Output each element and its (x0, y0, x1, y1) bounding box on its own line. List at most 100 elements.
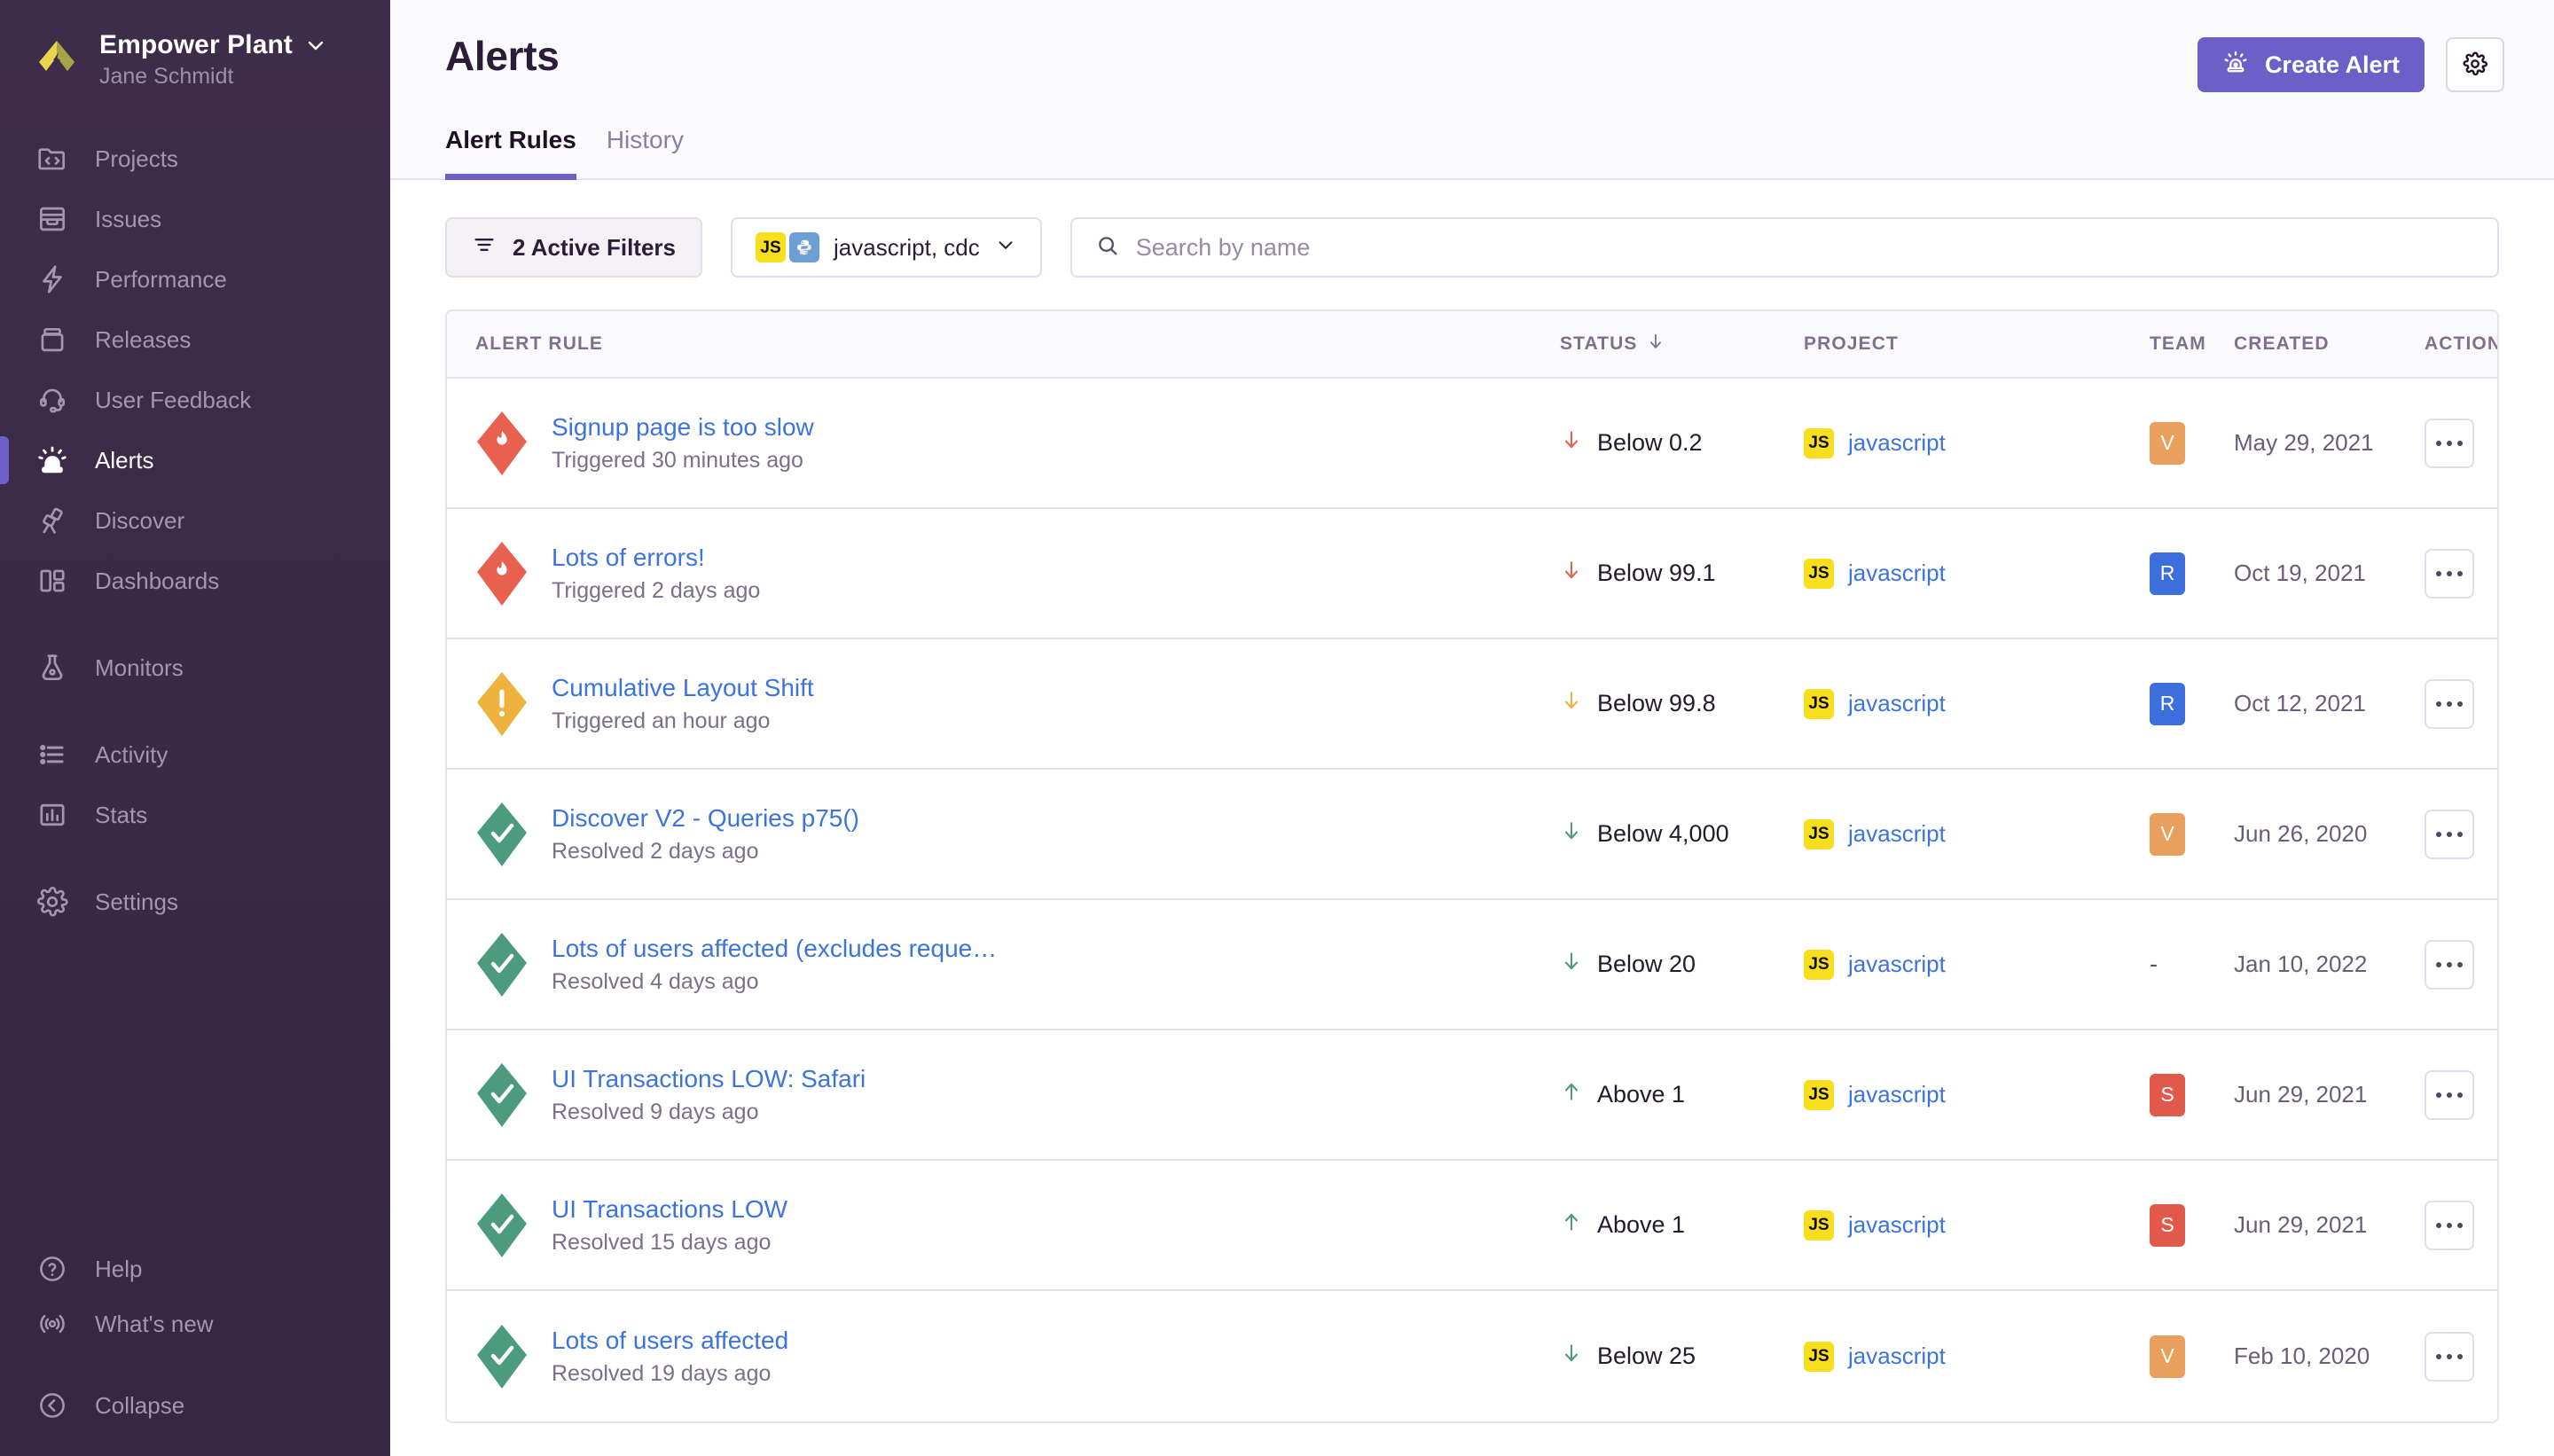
team-avatar[interactable]: V (2150, 422, 2185, 465)
ellipsis-icon (2457, 962, 2463, 967)
alert-settings-button[interactable] (2446, 37, 2504, 92)
tab-alert-rules[interactable]: Alert Rules (445, 126, 576, 180)
gear-icon (2462, 51, 2488, 80)
javascript-platform-icon: JS (756, 232, 786, 262)
column-header-actions: Actions (2425, 333, 2499, 355)
row-actions-button[interactable] (2425, 549, 2474, 599)
javascript-platform-icon: JS (1804, 559, 1834, 589)
row-actions-button[interactable] (2425, 679, 2474, 729)
sidebar-item-activity[interactable]: Activity (0, 724, 390, 785)
project-link[interactable]: javascript (1848, 1081, 1946, 1108)
active-filters-button[interactable]: 2 Active Filters (445, 217, 702, 278)
team-avatar[interactable]: S (2150, 1074, 2185, 1116)
project-link[interactable]: javascript (1848, 1342, 1946, 1370)
alert-rule-name-link[interactable]: UI Transactions LOW: Safari (552, 1065, 866, 1093)
table-row[interactable]: Lots of users affectedResolved 19 days a… (447, 1291, 2497, 1421)
ellipsis-icon (2447, 1223, 2452, 1228)
team-avatar[interactable]: S (2150, 1204, 2185, 1247)
sidebar-item-discover[interactable]: Discover (0, 490, 390, 551)
sidebar-item-monitors[interactable]: Monitors (0, 638, 390, 698)
table-row[interactable]: Signup page is too slowTriggered 30 minu… (447, 379, 2497, 509)
whats-new-broadcast-icon (34, 1305, 71, 1342)
table-row[interactable]: UI Transactions LOWResolved 15 days agoA… (447, 1161, 2497, 1291)
project-link[interactable]: javascript (1848, 429, 1946, 457)
search-input[interactable] (1136, 234, 2474, 262)
alert-rule-name-link[interactable]: Signup page is too slow (552, 413, 814, 442)
javascript-platform-icon: JS (1804, 1080, 1834, 1110)
row-actions-button[interactable] (2425, 1070, 2474, 1120)
project-selector-label: javascript, cdc (834, 234, 980, 262)
column-header-status[interactable]: Status (1560, 332, 1804, 356)
sidebar-item-stats[interactable]: Stats (0, 785, 390, 845)
sidebar-item-performance[interactable]: Performance (0, 249, 390, 309)
sidebar-item-whats-new[interactable]: What's new (0, 1296, 390, 1351)
projects-folder-code-icon (34, 140, 71, 177)
column-header-team: Team (2150, 333, 2234, 355)
search-icon (1095, 233, 1120, 262)
sidebar-item-releases[interactable]: Releases (0, 309, 390, 370)
table-row[interactable]: Discover V2 - Queries p75()Resolved 2 da… (447, 770, 2497, 900)
created-date: Oct 12, 2021 (2234, 690, 2425, 717)
project-link[interactable]: javascript (1848, 690, 1946, 717)
performance-lightning-icon (34, 261, 71, 298)
ellipsis-icon (2447, 962, 2452, 967)
row-actions-button[interactable] (2425, 1201, 2474, 1250)
ellipsis-icon (2436, 1223, 2441, 1228)
alerts-siren-icon (34, 442, 71, 479)
sidebar-item-dashboards[interactable]: Dashboards (0, 551, 390, 611)
row-actions-button[interactable] (2425, 419, 2474, 468)
collapse-chevron-left-circle-icon (34, 1387, 71, 1424)
table-row[interactable]: Lots of users affected (excludes reque…R… (447, 900, 2497, 1030)
status-cell: Below 4,000 (1560, 818, 1804, 850)
team-avatar[interactable]: R (2150, 683, 2185, 725)
alert-rule-name-link[interactable]: Lots of users affected (552, 1327, 788, 1355)
ellipsis-icon (2457, 1092, 2463, 1098)
sidebar-item-alerts[interactable]: Alerts (0, 430, 390, 490)
sentry-logo-icon (32, 35, 82, 85)
project-link[interactable]: javascript (1848, 820, 1946, 848)
discover-telescope-icon (34, 502, 71, 539)
alert-rule-name-link[interactable]: Lots of users affected (excludes reque… (552, 935, 997, 963)
table-row[interactable]: UI Transactions LOW: SafariResolved 9 da… (447, 1030, 2497, 1161)
alert-rule-name-link[interactable]: Cumulative Layout Shift (552, 674, 814, 702)
sidebar-nav: Projects Issues (0, 129, 390, 932)
arrow-down-icon (1646, 332, 1665, 356)
nav-divider-1 (0, 611, 390, 638)
create-alert-button[interactable]: Create Alert (2198, 37, 2425, 92)
team-avatar[interactable]: V (2150, 1335, 2185, 1378)
team-avatar[interactable]: V (2150, 813, 2185, 856)
project-link[interactable]: javascript (1848, 1211, 1946, 1239)
page-tabs: Alert Rules History (445, 126, 2504, 178)
sidebar-item-projects[interactable]: Projects (0, 129, 390, 189)
sidebar-item-issues[interactable]: Issues (0, 189, 390, 249)
alert-rule-name-link[interactable]: Lots of errors! (552, 544, 760, 572)
table-row[interactable]: Lots of errors!Triggered 2 days agoBelow… (447, 509, 2497, 639)
row-actions-button[interactable] (2425, 940, 2474, 990)
actions-cell (2425, 1070, 2497, 1120)
table-row[interactable]: Cumulative Layout ShiftTriggered an hour… (447, 639, 2497, 770)
ellipsis-icon (2436, 832, 2441, 837)
warning-diamond-icon (475, 670, 529, 738)
row-actions-button[interactable] (2425, 810, 2474, 859)
status-value: Above 1 (1597, 1211, 1685, 1239)
row-actions-button[interactable] (2425, 1332, 2474, 1382)
project-link[interactable]: javascript (1848, 951, 1946, 978)
team-avatar[interactable]: R (2150, 552, 2185, 595)
project-cell: JSjavascript (1804, 819, 2150, 849)
chevron-down-icon[interactable] (305, 35, 326, 56)
nav-group-primary: Projects Issues (0, 129, 390, 611)
status-arrow-down-icon (1560, 687, 1583, 720)
sidebar-item-settings[interactable]: Settings (0, 872, 390, 932)
alert-rule-name-link[interactable]: Discover V2 - Queries p75() (552, 804, 859, 833)
sidebar-item-collapse[interactable]: Collapse (0, 1378, 390, 1433)
org-switcher[interactable]: Empower Plant Jane Schmidt (0, 30, 390, 90)
tab-history[interactable]: History (607, 126, 684, 180)
search-box[interactable] (1070, 217, 2499, 278)
sidebar-item-help[interactable]: Help (0, 1241, 390, 1296)
nav-group-quaternary: Settings (0, 872, 390, 932)
created-date: Jun 26, 2020 (2234, 820, 2425, 848)
sidebar-item-user-feedback[interactable]: User Feedback (0, 370, 390, 430)
project-link[interactable]: javascript (1848, 560, 1946, 587)
project-selector[interactable]: JS javascript, cdc (731, 217, 1042, 278)
alert-rule-name-link[interactable]: UI Transactions LOW (552, 1195, 787, 1224)
